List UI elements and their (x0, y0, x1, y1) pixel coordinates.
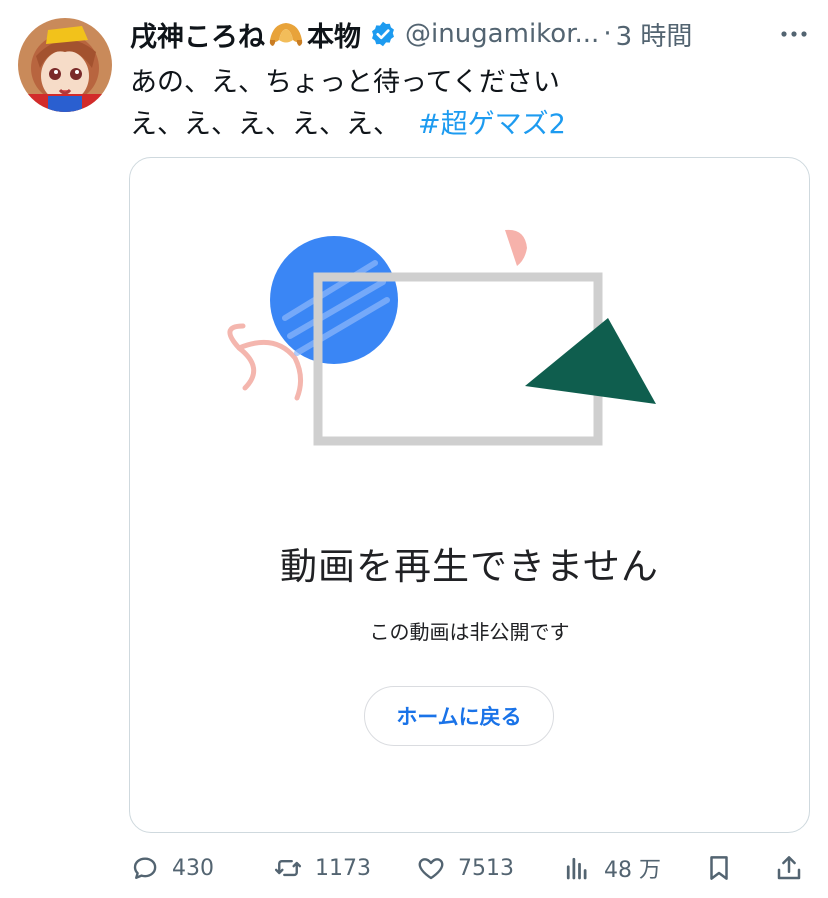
hashtag-link[interactable]: #超ゲマズ2 (418, 109, 566, 140)
retweet-icon (274, 859, 302, 877)
like-icon (418, 858, 444, 880)
video-card[interactable]: 動画を再生できません この動画は非公開です ホームに戻る (129, 157, 810, 833)
like-button[interactable]: 7513 (416, 846, 514, 890)
share-icon (777, 856, 801, 880)
like-count: 7513 (458, 855, 514, 881)
bookmark-icon (710, 856, 728, 880)
retweet-count: 1173 (315, 855, 371, 881)
author-name[interactable]: 戌神ころね (130, 15, 265, 54)
video-unavailable-illustration (227, 229, 656, 446)
tweet-text-line-2: え、え、え、え、え、 #超ゲマズ2 (130, 102, 566, 141)
tweet-timestamp[interactable]: 3 時間 (616, 16, 693, 53)
tweet-text-line-1: あの、え、ちょっと待ってください (130, 67, 560, 98)
reply-icon (133, 857, 157, 879)
views-icon (566, 857, 587, 880)
video-error-title: 動画を再生できません (280, 545, 659, 588)
tweet-text-line-2-body: え、え、え、え、え、 (130, 109, 400, 140)
tweet-action-bar: 430 1173 7513 48 万 (130, 846, 810, 890)
avatar[interactable] (18, 18, 112, 112)
croissant-emoji-icon (267, 18, 305, 50)
views-count: 48 万 (604, 858, 661, 883)
home-button[interactable]: ホームに戻る (364, 686, 554, 746)
author-handle[interactable]: @inugamikor... (405, 19, 599, 49)
bookmark-button[interactable] (704, 846, 746, 890)
retweet-button[interactable]: 1173 (273, 846, 371, 890)
tweet-header: 戌神ころね 本物 @inugamikor... · 3 時間 (130, 14, 820, 54)
share-button[interactable] (774, 846, 816, 890)
author-name-suffix[interactable]: 本物 (307, 15, 361, 54)
reply-button[interactable]: 430 (130, 846, 214, 890)
separator-dot: · (603, 19, 612, 49)
views-button[interactable]: 48 万 (562, 846, 661, 890)
verified-badge-icon (369, 20, 397, 48)
video-error-subtitle: この動画は非公開です (369, 620, 570, 644)
reply-count: 430 (172, 855, 214, 881)
more-options-icon[interactable] (778, 20, 810, 48)
